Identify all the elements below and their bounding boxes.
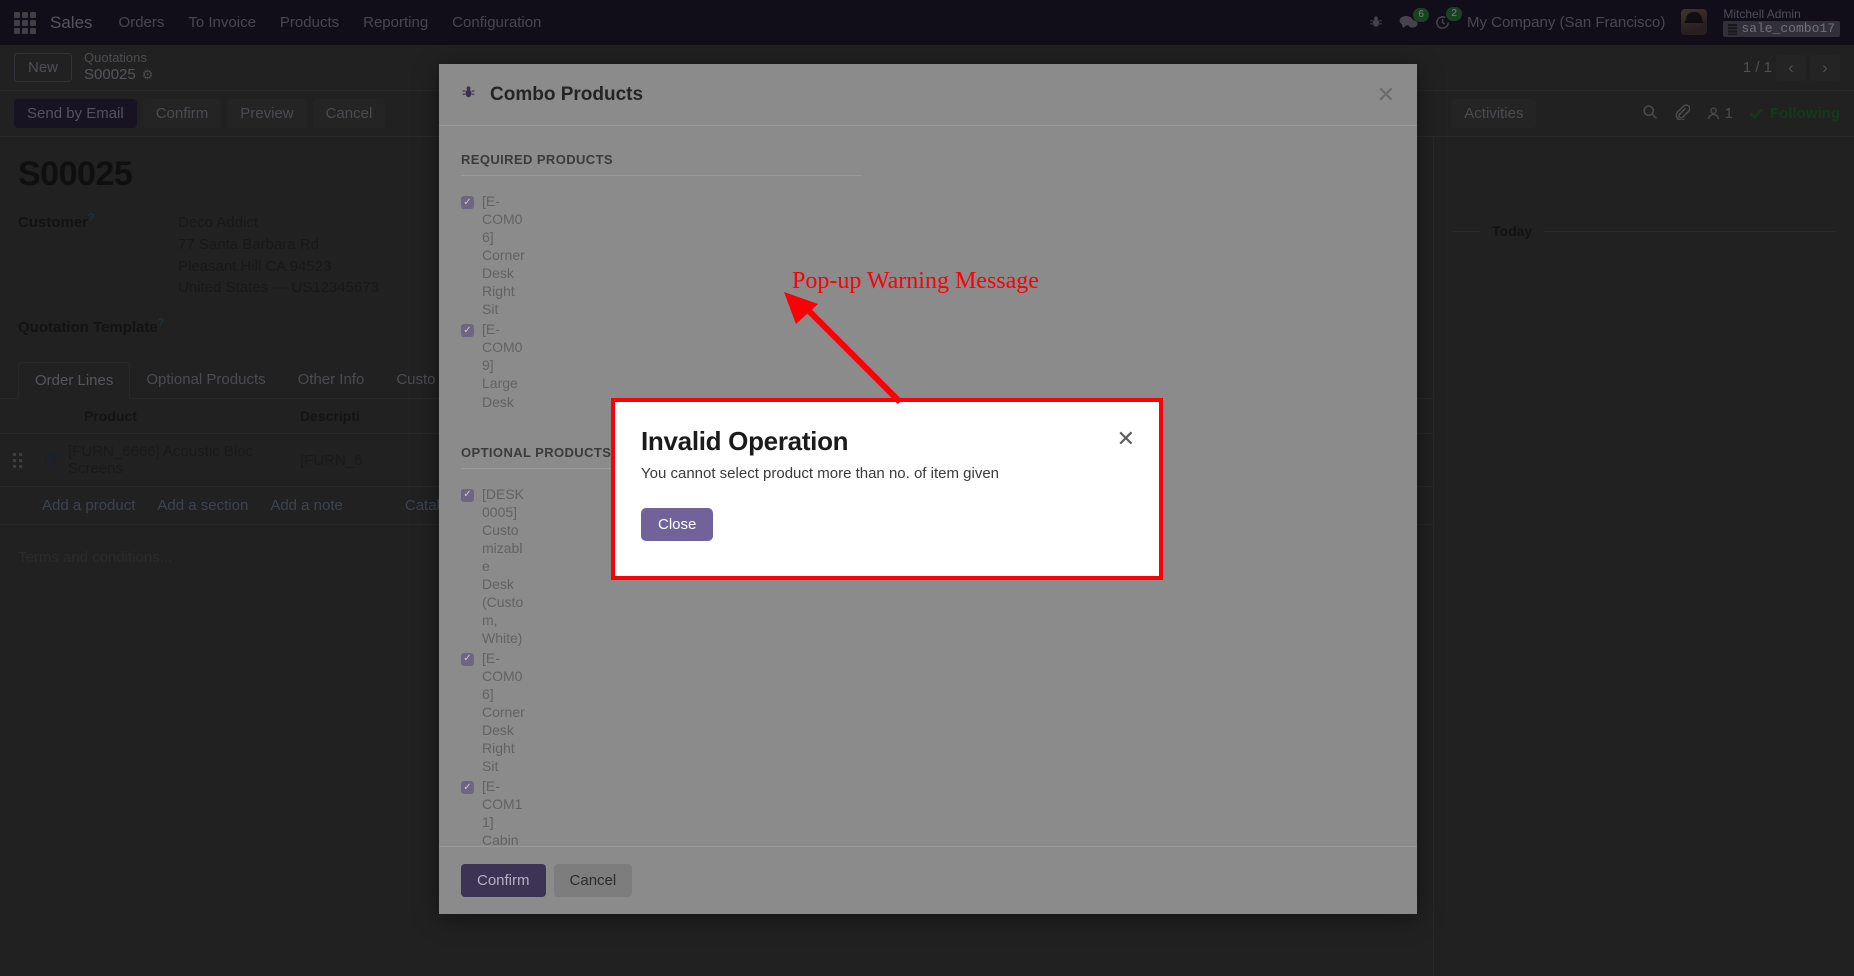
close-icon[interactable]: ✕ xyxy=(1377,83,1395,106)
product-label: [DESK0005] Customizable Desk (Custom, Wh… xyxy=(482,485,525,646)
close-icon[interactable]: ✕ xyxy=(1117,428,1135,450)
combo-dialog-title: Combo Products xyxy=(490,83,644,105)
product-label: [E-COM06] Corner Desk Right Sit xyxy=(482,649,525,775)
checkbox-icon[interactable]: ✓ xyxy=(461,781,474,795)
warning-dialog-title: Invalid Operation xyxy=(641,426,849,456)
list-item[interactable]: ✓ [E-COM06] Corner Desk Right Sit xyxy=(461,192,525,318)
section-title-required-products: REQUIRED PRODUCTS xyxy=(461,152,861,176)
combo-dialog-header: Combo Products ✕ xyxy=(439,64,1417,126)
product-label: [E-COM09] Large Desk xyxy=(482,321,523,410)
checkbox-icon[interactable]: ✓ xyxy=(461,324,474,338)
required-products-list: ✓ [E-COM06] Corner Desk Right Sit ✓ [E-C… xyxy=(461,192,1395,411)
combo-cancel-button[interactable]: Cancel xyxy=(553,864,633,897)
product-label: [E-COM11] Cabinet with Doors xyxy=(482,778,523,846)
list-item[interactable]: ✓ [DESK0005] Customizable Desk (Custom, … xyxy=(461,485,525,647)
list-item[interactable]: ✓ [E-COM09] Large Desk xyxy=(461,320,525,410)
annotation-label: Pop-up Warning Message xyxy=(792,268,1039,294)
checkbox-icon[interactable]: ✓ xyxy=(461,196,474,209)
invalid-operation-dialog: Invalid Operation You cannot select prod… xyxy=(611,398,1163,580)
warning-dialog-message: You cannot select product more than no. … xyxy=(641,465,1000,482)
checkbox-icon[interactable]: ✓ xyxy=(461,488,474,502)
warning-close-button[interactable]: Close xyxy=(641,508,714,541)
combo-dialog-footer: Confirm Cancel xyxy=(439,846,1417,914)
bug-icon[interactable] xyxy=(461,84,476,105)
list-item[interactable]: ✓ [E-COM06] Corner Desk Right Sit xyxy=(461,649,525,775)
list-item[interactable]: ✓ [E-COM11] Cabinet with Doors xyxy=(461,777,525,846)
product-label: [E-COM06] Corner Desk Right Sit xyxy=(482,193,525,318)
checkbox-icon[interactable]: ✓ xyxy=(461,652,474,666)
combo-confirm-button[interactable]: Confirm xyxy=(461,864,546,897)
